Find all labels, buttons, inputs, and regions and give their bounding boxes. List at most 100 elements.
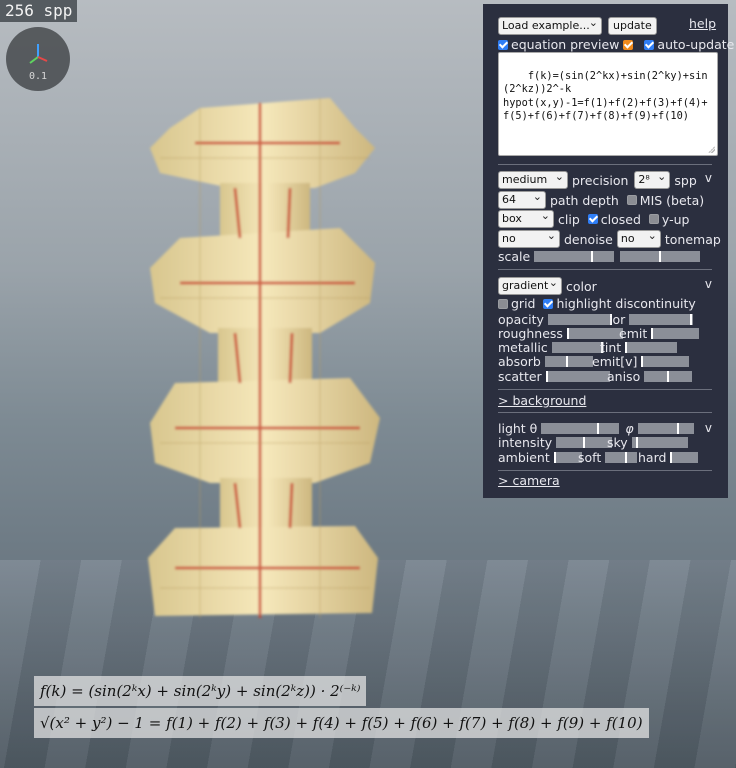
divider (498, 412, 712, 413)
scale-label: scale (498, 249, 531, 264)
auto-update-checkbox[interactable] (644, 39, 655, 50)
spp-select[interactable]: 2⁸ (634, 169, 671, 189)
lighting-collapse-toggle[interactable]: v (705, 421, 712, 435)
divider (498, 470, 712, 471)
light-phi-slider[interactable] (637, 423, 694, 434)
slider-thumb[interactable] (670, 452, 673, 463)
tint-label: tint (600, 340, 622, 355)
yup-label: y-up (661, 211, 690, 227)
help-link[interactable]: help (689, 16, 716, 31)
slider-thumb[interactable] (667, 371, 670, 382)
slider-thumb[interactable] (566, 328, 569, 339)
equation-preview-line-2: √(x² + y²) − 1 = f(1) + f(2) + f(3) + f(… (34, 708, 649, 738)
emitv-slider[interactable] (641, 356, 690, 367)
metallic-slider[interactable] (551, 342, 604, 353)
tint-slider[interactable] (625, 342, 678, 353)
precision-label: precision (572, 172, 629, 188)
path-depth-select[interactable]: 64 (498, 189, 546, 209)
highlight-discontinuity-checkbox[interactable] (543, 298, 554, 309)
slider-thumb[interactable] (545, 371, 548, 382)
material-collapse-toggle[interactable]: v (705, 277, 712, 291)
mis-label: MIS (beta) (639, 192, 705, 208)
equation-text: f(k)=(sin(2^kx)+sin(2^ky)+sin(2^kz))2^-k… (503, 69, 708, 123)
light-phi-label: φ (625, 421, 634, 436)
highlight-discontinuity-label: highlight discontinuity (556, 296, 696, 311)
slider-thumb[interactable] (625, 452, 628, 463)
equation-preview-line-1: f(k) = (sin(2ᵏx) + sin(2ᵏy) + sin(2ᵏz)) … (34, 676, 367, 706)
divider (498, 164, 712, 165)
slider-thumb[interactable] (583, 437, 586, 448)
slider-thumb[interactable] (590, 251, 593, 262)
slider-thumb[interactable] (689, 314, 692, 325)
closed-checkbox[interactable] (587, 214, 598, 224)
scatter-label: scatter (498, 369, 542, 384)
metallic-label: metallic (498, 340, 548, 355)
scale-slider-2[interactable] (620, 251, 701, 262)
equation-preview-color-checkbox[interactable] (623, 39, 634, 50)
update-button[interactable]: update (608, 17, 657, 35)
samples-counter: 256 spp (0, 0, 78, 22)
absorb-label: absorb (498, 354, 541, 369)
roughness-slider[interactable] (566, 328, 623, 339)
mis-checkbox[interactable] (626, 195, 637, 205)
scale-slider[interactable] (534, 251, 615, 262)
absorb-slider[interactable] (544, 356, 593, 367)
equation-editor[interactable]: f(k)=(sin(2^kx)+sin(2^ky)+sin(2^kz))2^-k… (498, 52, 718, 156)
ior-slider[interactable] (629, 314, 694, 325)
background-section-link[interactable]: > background (498, 393, 586, 408)
slider-thumb[interactable] (651, 328, 654, 339)
slider-thumb[interactable] (677, 423, 680, 434)
soft-label: soft (578, 450, 602, 465)
clip-label: clip (558, 211, 580, 227)
intensity-label: intensity (498, 435, 553, 450)
ambient-label: ambient (498, 450, 550, 465)
intensity-slider[interactable] (556, 437, 613, 448)
aniso-slider[interactable] (644, 371, 693, 382)
slider-thumb[interactable] (659, 251, 662, 262)
auto-update-label: auto-update (657, 37, 735, 52)
axes-gizmo[interactable]: 0.1 (6, 27, 70, 91)
soft-slider[interactable] (605, 452, 638, 463)
slider-thumb[interactable] (566, 356, 569, 367)
emit-label: emit (619, 326, 648, 341)
sky-slider[interactable] (631, 437, 688, 448)
yup-checkbox[interactable] (648, 214, 659, 224)
roughness-label: roughness (498, 326, 563, 341)
precision-select[interactable]: medium (498, 169, 568, 189)
emitv-label: emit[v] (592, 354, 638, 369)
color-select[interactable]: gradient (498, 275, 562, 295)
hard-slider[interactable] (670, 452, 699, 463)
tonemap-select[interactable]: no (616, 228, 661, 248)
fractal-render (148, 98, 380, 618)
divider (498, 269, 712, 270)
example-select[interactable]: Load example... (498, 15, 602, 35)
equation-preview-checkbox[interactable] (498, 39, 508, 50)
ior-label: ior (609, 312, 626, 327)
opacity-label: opacity (498, 312, 544, 327)
render-collapse-toggle[interactable]: v (705, 171, 712, 185)
opacity-slider[interactable] (547, 314, 612, 325)
color-label: color (566, 278, 597, 294)
tonemap-label: tonemap (664, 231, 721, 247)
scatter-slider[interactable] (545, 371, 610, 382)
light-theta-label: light θ (498, 421, 538, 436)
slider-thumb[interactable] (625, 342, 628, 353)
slider-thumb[interactable] (636, 437, 639, 448)
slider-thumb[interactable] (553, 452, 556, 463)
grid-checkbox[interactable] (498, 298, 508, 309)
light-theta-slider[interactable] (541, 423, 620, 434)
denoise-label: denoise (564, 231, 613, 247)
slider-thumb[interactable] (597, 423, 600, 434)
aniso-label: aniso (607, 369, 641, 384)
emit-slider[interactable] (651, 328, 700, 339)
hard-label: hard (638, 450, 667, 465)
grid-label: grid (511, 296, 536, 311)
equation-preview-label: equation preview (511, 37, 620, 52)
sky-label: sky (607, 435, 628, 450)
resize-grip-icon[interactable] (708, 146, 715, 153)
camera-section-link[interactable]: > camera (498, 473, 560, 488)
slider-thumb[interactable] (641, 356, 644, 367)
denoise-select[interactable]: no (498, 228, 560, 248)
control-panel: Load example... update help equation pre… (483, 4, 734, 498)
clip-select[interactable]: box (498, 208, 554, 228)
